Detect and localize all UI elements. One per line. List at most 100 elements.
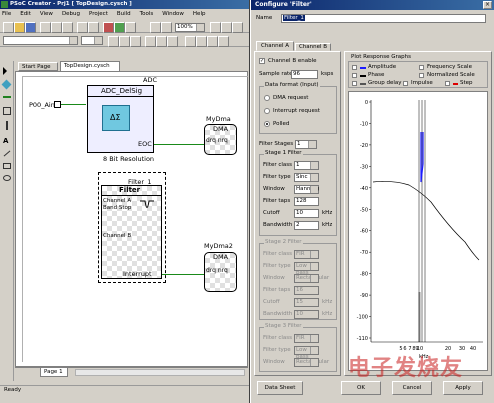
cut-icon[interactable] (40, 22, 51, 33)
close-icon[interactable]: × (483, 1, 492, 9)
tab-topdesign[interactable]: TopDesign.cysch (60, 61, 120, 71)
menu-item-view[interactable]: View (40, 11, 53, 17)
menu-item-edit[interactable]: Edit (20, 11, 31, 17)
save-icon[interactable] (25, 22, 36, 33)
stage1-row-value[interactable]: 1 (294, 161, 319, 170)
stage1-row-value[interactable]: 10 (294, 209, 319, 218)
stage1-row-value[interactable]: 128 (294, 197, 319, 206)
ellipse-icon[interactable] (3, 175, 11, 181)
menu-bar[interactable]: File Edit View Debug Project Build Tools Window… (2, 10, 248, 19)
wire[interactable] (162, 274, 205, 275)
snap-icon[interactable] (232, 22, 243, 33)
build-icon[interactable] (103, 22, 114, 33)
menu-item-debug[interactable]: Debug (62, 11, 80, 17)
stage2-group: Stage 2 Filter Filter class FIR Filter type… (259, 239, 337, 320)
stage3-row-value[interactable]: Rectangular (294, 358, 329, 367)
sample-rate-field[interactable]: 96 (291, 70, 318, 79)
wire[interactable] (154, 144, 206, 145)
menu-item-file[interactable]: File (2, 11, 11, 17)
fit-icon[interactable] (210, 22, 221, 33)
name-field[interactable]: Filter_1 (281, 14, 486, 23)
flip-icon[interactable] (218, 36, 229, 47)
group-delay-checkbox[interactable] (352, 81, 357, 86)
menu-item-build[interactable]: Build (117, 11, 131, 17)
tab-channel-b[interactable]: Channel B (295, 43, 331, 51)
text-icon[interactable]: A (3, 137, 8, 145)
zoom-select[interactable]: 100% (175, 23, 205, 32)
horizontal-scrollbar[interactable] (75, 369, 245, 376)
bus-icon[interactable] (6, 121, 8, 130)
new-file-icon[interactable] (3, 22, 14, 33)
graph-options: Amplitude Phase Group delay Frequency Sc… (348, 61, 488, 88)
debug-icon[interactable] (114, 22, 125, 33)
stage2-row-value[interactable]: Rectangular (294, 274, 329, 283)
filter-stages-select[interactable]: 1 (295, 140, 317, 149)
font-select[interactable] (3, 36, 78, 45)
align-right-icon[interactable] (167, 36, 178, 47)
stage2-row-value[interactable]: 15 (294, 298, 319, 307)
menu-item-help[interactable]: Help (193, 11, 206, 17)
wire-icon[interactable] (3, 96, 11, 98)
rotate-icon[interactable] (207, 36, 218, 47)
underline-icon[interactable] (130, 36, 141, 47)
label-icon[interactable] (3, 107, 11, 115)
stage3-row-value[interactable]: FIR (294, 334, 319, 343)
normalized-scale-checkbox[interactable] (419, 73, 424, 78)
page-tab[interactable]: Page 1 (40, 368, 68, 377)
paste-icon[interactable] (62, 22, 73, 33)
label-tool-icon[interactable] (196, 36, 207, 47)
channel-b-checkbox[interactable]: ✓ (259, 58, 265, 64)
step-checkbox[interactable] (445, 81, 450, 86)
ok-button[interactable]: OK (341, 381, 381, 395)
impulse-checkbox[interactable] (403, 81, 408, 86)
stage1-row-value[interactable]: 2 (294, 221, 319, 230)
stage1-row-value[interactable]: Sinc 1 (294, 173, 319, 182)
align-center-icon[interactable] (156, 36, 167, 47)
stage1-row-value[interactable]: Hanning (294, 185, 319, 194)
stage3-row-value[interactable]: Low pass (294, 346, 319, 360)
zoom-in-icon[interactable] (150, 22, 161, 33)
component-icon[interactable] (1, 79, 12, 90)
italic-icon[interactable] (119, 36, 130, 47)
zoom-out-icon[interactable] (161, 22, 172, 33)
apply-button[interactable]: Apply (443, 381, 483, 395)
stage2-row-value[interactable]: FIR (294, 250, 319, 259)
bold-icon[interactable] (108, 36, 119, 47)
pointer-icon[interactable] (3, 67, 7, 75)
delta-sigma-symbol: ΔΣ (110, 113, 121, 122)
schematic-canvas[interactable]: P00_Ain ADC ADC_DelSig ΔΣ EOC 8 Bit Reso… (15, 71, 248, 367)
grid-icon[interactable] (221, 22, 232, 33)
undo-icon[interactable] (77, 22, 88, 33)
stage2-row-value[interactable]: Low pass (294, 262, 319, 276)
font-size-select[interactable] (81, 36, 103, 45)
tool-palette[interactable]: A (0, 61, 14, 381)
wire-tool-icon[interactable] (185, 36, 196, 47)
analog-pin[interactable] (54, 101, 61, 108)
wire[interactable] (61, 104, 86, 105)
redo-icon[interactable] (88, 22, 99, 33)
toolbar-2[interactable] (0, 34, 250, 47)
radio-dma-request[interactable] (264, 95, 270, 101)
phase-checkbox[interactable] (352, 73, 357, 78)
menu-item-window[interactable]: Window (162, 11, 184, 17)
align-left-icon[interactable] (145, 36, 156, 47)
radio-polled[interactable] (264, 121, 270, 127)
data-sheet-button[interactable]: Data Sheet (257, 381, 303, 395)
toolbar-1[interactable]: 100% (0, 20, 250, 33)
radio-interrupt-request[interactable] (264, 108, 270, 114)
cancel-button[interactable]: Cancel (392, 381, 432, 395)
stage2-row-value[interactable]: 16 (294, 286, 319, 295)
tab-channel-a[interactable]: Channel A (256, 41, 294, 51)
amplitude-checkbox[interactable] (352, 65, 357, 70)
rectangle-icon[interactable] (3, 163, 11, 169)
program-icon[interactable] (125, 22, 136, 33)
menu-item-project[interactable]: Project (89, 11, 108, 17)
open-folder-icon[interactable] (14, 22, 25, 33)
copy-icon[interactable] (51, 22, 62, 33)
stage2-row-value[interactable]: 10 (294, 310, 319, 319)
menu-item-tools[interactable]: Tools (140, 11, 154, 17)
plot-area[interactable]: 0 -10 -20 -30 -40 -50 -60 -70 -80 -90 -100 -110 567… (348, 91, 488, 371)
line-icon[interactable] (3, 150, 11, 157)
tab-start-page[interactable]: Start Page (18, 62, 58, 71)
frequency-scale-checkbox[interactable] (419, 65, 424, 70)
